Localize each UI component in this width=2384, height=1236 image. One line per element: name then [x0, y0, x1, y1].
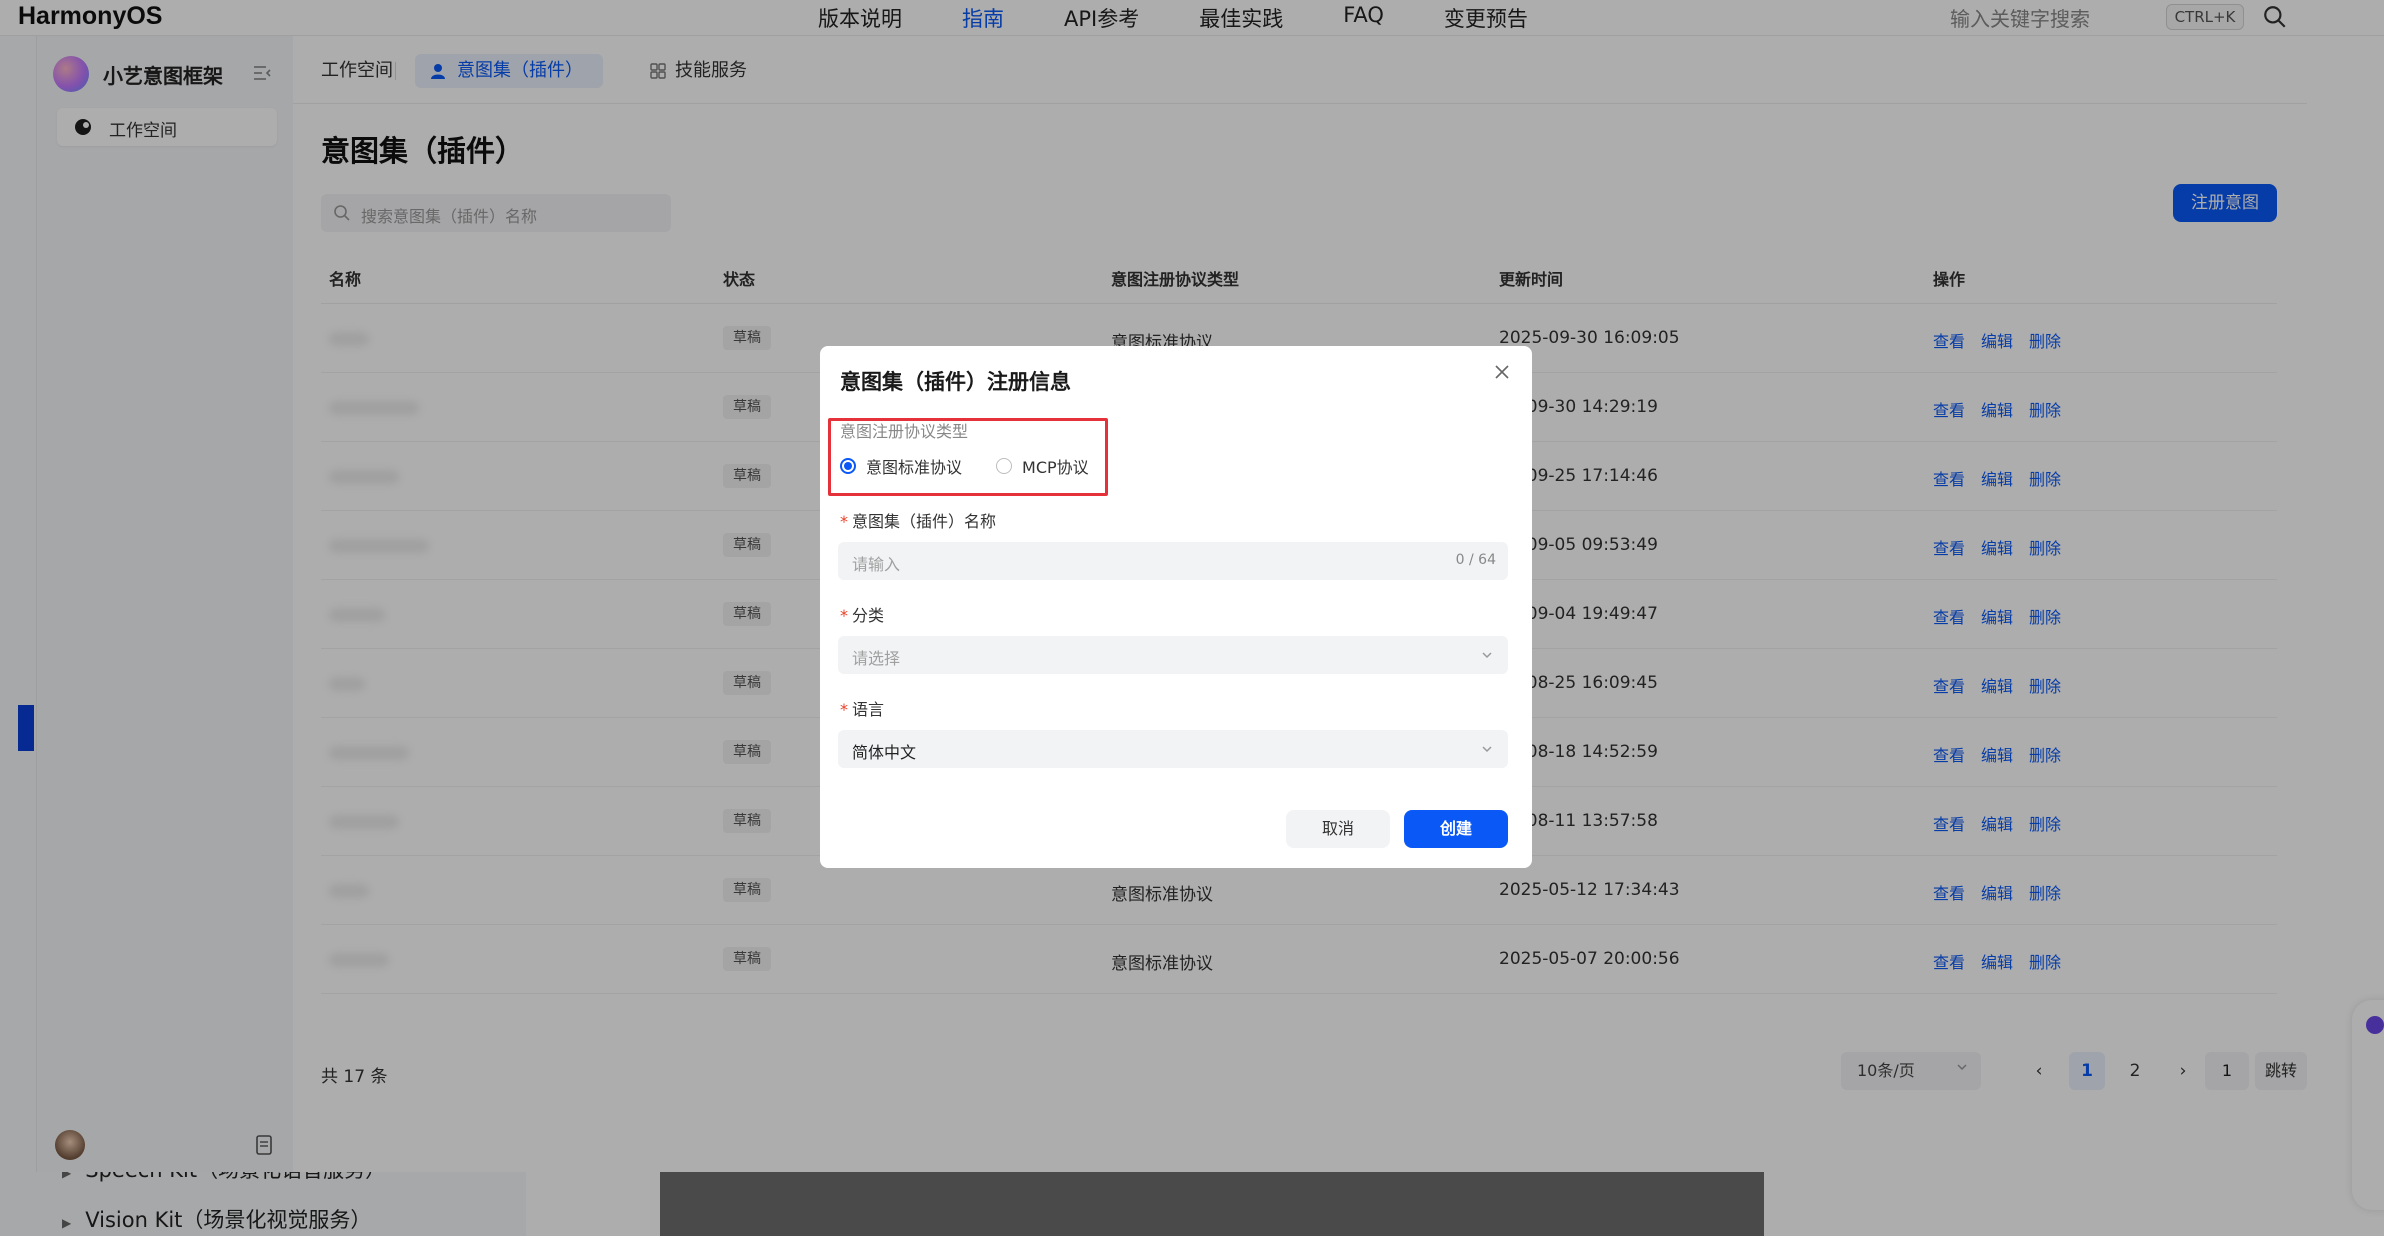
cancel-button[interactable]: 取消	[1286, 810, 1390, 848]
register-dialog: 意图集（插件）注册信息 意图注册协议类型 意图标准协议 MCP协议 * 意图集（插…	[820, 346, 1532, 868]
language-field-label: * 语言	[840, 696, 884, 720]
create-button[interactable]: 创建	[1404, 810, 1508, 848]
category-placeholder: 请选择	[852, 649, 901, 668]
chevron-down-icon	[1482, 746, 1492, 753]
language-value: 简体中文	[852, 743, 917, 762]
name-input[interactable]: 请输入 0 / 64	[838, 542, 1508, 580]
name-placeholder: 请输入	[852, 555, 901, 574]
label-text: 分类	[852, 606, 885, 625]
category-select[interactable]: 请选择	[838, 636, 1508, 674]
language-select[interactable]: 简体中文	[838, 730, 1508, 768]
category-field-label: * 分类	[840, 602, 884, 626]
name-field-label: * 意图集（插件）名称	[840, 508, 996, 532]
required-mark: *	[840, 700, 848, 719]
label-text: 语言	[852, 700, 885, 719]
close-icon[interactable]	[1492, 362, 1512, 382]
chevron-down-icon	[1482, 652, 1492, 659]
char-counter: 0 / 64	[1455, 552, 1496, 568]
label-text: 意图集（插件）名称	[852, 512, 997, 531]
highlight-box	[828, 418, 1108, 496]
dialog-title: 意图集（插件）注册信息	[840, 370, 1071, 394]
required-mark: *	[840, 606, 848, 625]
required-mark: *	[840, 512, 848, 531]
